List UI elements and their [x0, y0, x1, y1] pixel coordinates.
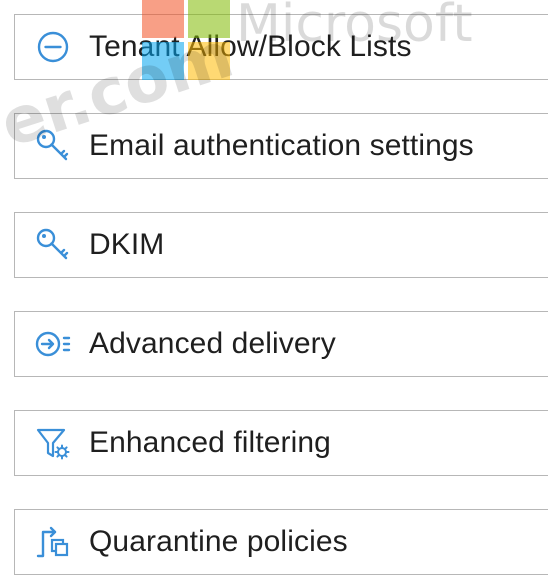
menu-item-label: Advanced delivery	[89, 327, 336, 360]
menu-item-label: DKIM	[89, 228, 165, 261]
menu-item-dkim[interactable]: DKIM	[14, 212, 548, 278]
menu-item-label: Enhanced filtering	[89, 426, 331, 459]
menu-item-email-authentication-settings[interactable]: Email authentication settings	[14, 113, 548, 179]
menu-item-label: Quarantine policies	[89, 525, 348, 558]
flow-copy-icon	[33, 522, 73, 562]
key-icon	[33, 126, 73, 166]
menu-item-quarantine-policies[interactable]: Quarantine policies	[14, 509, 548, 575]
arrow-list-icon	[33, 324, 73, 364]
filter-gear-icon	[33, 423, 73, 463]
menu-item-advanced-delivery[interactable]: Advanced delivery	[14, 311, 548, 377]
minus-circle-icon	[33, 27, 73, 67]
menu-item-tenant-allow-block-lists[interactable]: Tenant Allow/Block Lists	[14, 14, 548, 80]
menu-item-label: Tenant Allow/Block Lists	[89, 30, 412, 63]
menu-item-label: Email authentication settings	[89, 129, 474, 162]
menu-item-enhanced-filtering[interactable]: Enhanced filtering	[14, 410, 548, 476]
key-icon	[33, 225, 73, 265]
settings-menu-list: Tenant Allow/Block Lists Email authentic…	[14, 14, 548, 575]
